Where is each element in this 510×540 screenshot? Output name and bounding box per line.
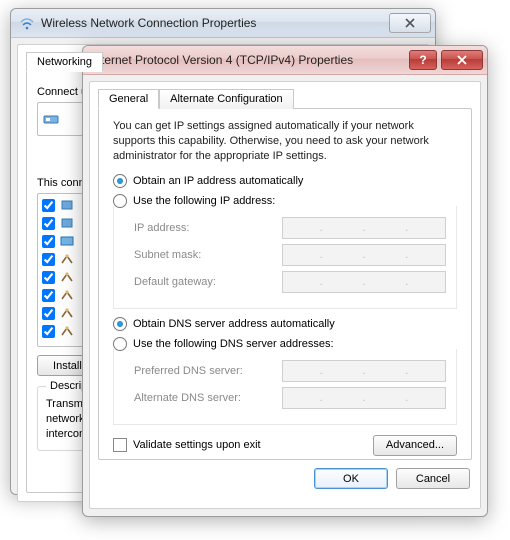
alt-dns-input: ... — [282, 387, 446, 409]
ip-address-input: ... — [282, 217, 446, 239]
item-checkbox[interactable] — [42, 217, 55, 230]
tab-alternate[interactable]: Alternate Configuration — [159, 89, 294, 109]
protocol-icon — [59, 323, 75, 339]
item-checkbox[interactable] — [42, 199, 55, 212]
cancel-button[interactable]: Cancel — [396, 468, 470, 489]
tab-general[interactable]: General — [98, 89, 159, 109]
radio-icon — [113, 317, 127, 331]
description-text: You can get IP settings assigned automat… — [113, 119, 457, 164]
tab-networking[interactable]: Networking — [26, 52, 103, 72]
client-icon — [59, 197, 75, 213]
item-checkbox[interactable] — [42, 235, 55, 248]
gateway-input: ... — [282, 271, 446, 293]
titlebar[interactable]: Wireless Network Connection Properties — [11, 9, 435, 38]
wireless-icon — [19, 15, 35, 31]
protocol-icon — [59, 287, 75, 303]
help-button[interactable]: ? — [409, 50, 437, 70]
subnet-label: Subnet mask: — [134, 249, 274, 261]
item-checkbox[interactable] — [42, 271, 55, 284]
radio-icon — [113, 194, 127, 208]
service-icon — [59, 233, 75, 249]
item-checkbox[interactable] — [42, 325, 55, 338]
advanced-button[interactable]: Advanced... — [373, 435, 457, 456]
close-button[interactable] — [389, 13, 431, 33]
adapter-icon — [42, 110, 60, 128]
protocol-icon — [59, 251, 75, 267]
window-title: Internet Protocol Version 4 (TCP/IPv4) P… — [91, 53, 409, 67]
item-checkbox[interactable] — [42, 289, 55, 302]
radio-auto-dns[interactable]: Obtain DNS server address automatically — [113, 317, 457, 331]
radio-label: Use the following IP address: — [133, 195, 275, 207]
protocol-icon — [59, 269, 75, 285]
radio-icon — [113, 337, 127, 351]
ok-button[interactable]: OK — [314, 468, 388, 489]
protocol-icon — [59, 305, 75, 321]
gateway-label: Default gateway: — [134, 276, 274, 288]
close-button[interactable] — [441, 50, 483, 70]
pref-dns-label: Preferred DNS server: — [134, 365, 274, 377]
window-title: Wireless Network Connection Properties — [41, 16, 389, 30]
ip-address-label: IP address: — [134, 222, 274, 234]
titlebar[interactable]: Internet Protocol Version 4 (TCP/IPv4) P… — [83, 46, 487, 75]
service-icon — [59, 215, 75, 231]
item-checkbox[interactable] — [42, 253, 55, 266]
pref-dns-input: ... — [282, 360, 446, 382]
subnet-input: ... — [282, 244, 446, 266]
radio-icon — [113, 174, 127, 188]
validate-label: Validate settings upon exit — [133, 439, 261, 451]
ipv4-properties-window: Internet Protocol Version 4 (TCP/IPv4) P… — [82, 45, 488, 517]
validate-checkbox[interactable] — [113, 438, 127, 452]
radio-label: Obtain DNS server address automatically — [133, 318, 335, 330]
radio-label: Obtain an IP address automatically — [133, 175, 303, 187]
radio-label: Use the following DNS server addresses: — [133, 338, 334, 350]
radio-auto-ip[interactable]: Obtain an IP address automatically — [113, 174, 457, 188]
item-checkbox[interactable] — [42, 307, 55, 320]
alt-dns-label: Alternate DNS server: — [134, 392, 274, 404]
